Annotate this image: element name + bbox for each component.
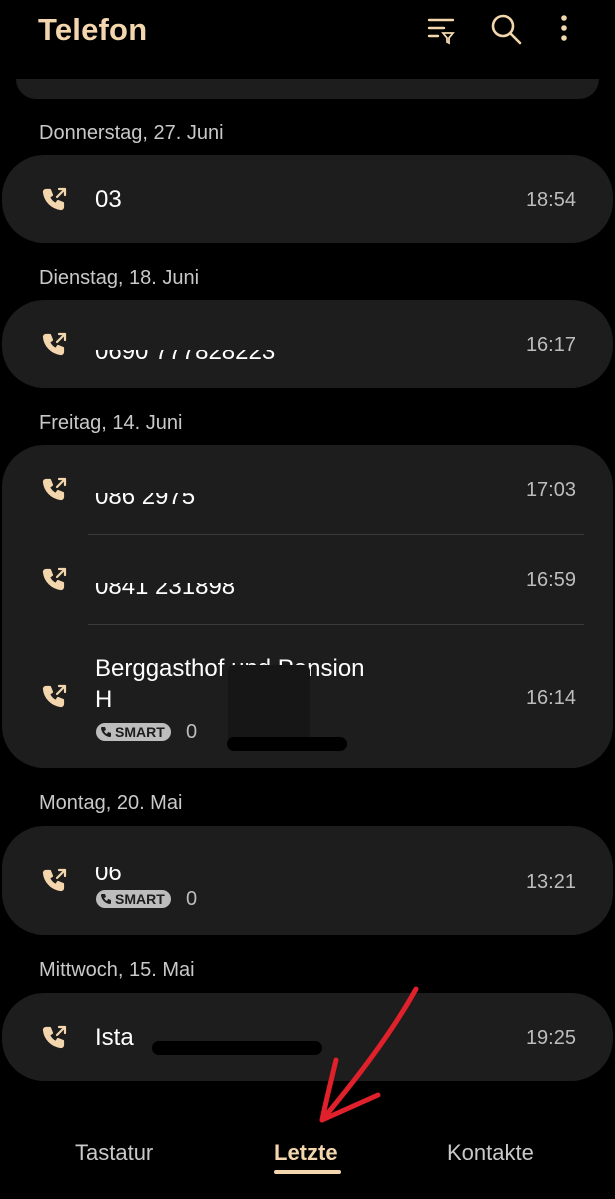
call-time: 16:14: [525, 687, 576, 709]
caller-number: 0: [186, 888, 198, 910]
call-time: 19:25: [525, 1027, 576, 1049]
redaction: [92, 553, 392, 583]
call-log-row[interactable]: Berggasthof und Pension H SMART 0 16:14: [2, 625, 613, 768]
redaction: [92, 320, 322, 350]
redaction: [92, 840, 322, 867]
call-log-row[interactable]: 0841 231898 16:59: [2, 535, 613, 624]
date-header: Freitag, 14. Juni: [39, 412, 183, 434]
redaction: [122, 179, 302, 215]
call-log-row[interactable]: 0690 777828223 16:17: [2, 300, 613, 388]
call-log-row[interactable]: 06 SMART 0 13:21: [2, 826, 613, 935]
outgoing-call-icon: [40, 566, 68, 594]
redaction: [228, 665, 310, 745]
date-header: Donnerstag, 27. Juni: [39, 122, 224, 144]
more-vert-icon[interactable]: [547, 12, 581, 46]
scrolled-card-edge: [16, 79, 599, 99]
annotation-arrow: [319, 986, 419, 1123]
caller-number: 0: [186, 721, 198, 743]
contact-name-line2: H: [95, 686, 113, 713]
outgoing-call-icon: [40, 1024, 68, 1052]
app-header: Telefon: [0, 0, 615, 70]
tab-letzte[interactable]: Letzte: [274, 1140, 338, 1166]
outgoing-call-icon: [40, 683, 68, 711]
call-time: 16:17: [525, 334, 576, 356]
outgoing-call-icon: [40, 476, 68, 504]
call-time: 17:03: [525, 479, 576, 501]
call-card: 03 18:54: [2, 155, 613, 243]
active-tab-indicator: [274, 1170, 341, 1174]
bottom-navigation: Tastatur Letzte Kontakte: [0, 1120, 615, 1199]
filter-icon[interactable]: [424, 12, 458, 46]
call-card: 0690 777828223 16:17: [2, 300, 613, 388]
outgoing-call-icon: [40, 331, 68, 359]
tab-kontakte[interactable]: Kontakte: [447, 1140, 534, 1166]
smart-label: SMART: [115, 891, 165, 907]
redaction: [92, 463, 292, 493]
outgoing-call-icon: [40, 867, 68, 895]
smart-badge: SMART: [96, 890, 171, 908]
call-time: 18:54: [525, 189, 576, 211]
caller-number: Ista: [95, 1024, 134, 1051]
date-header: Mittwoch, 15. Mai: [39, 959, 195, 981]
call-log-row[interactable]: 03 18:54: [2, 155, 613, 243]
caller-number: 03: [95, 186, 122, 213]
date-header: Dienstag, 18. Juni: [39, 267, 200, 289]
redaction: [227, 737, 347, 751]
call-time: 13:21: [525, 871, 576, 893]
outgoing-call-icon: [40, 186, 68, 214]
call-log-row[interactable]: 086 2975 17:03: [2, 445, 613, 534]
smart-label: SMART: [115, 724, 165, 740]
search-icon[interactable]: [489, 12, 523, 46]
tab-tastatur[interactable]: Tastatur: [75, 1140, 153, 1166]
smart-badge: SMART: [96, 723, 171, 741]
call-time: 16:59: [525, 569, 576, 591]
call-card: 06 SMART 0 13:21: [2, 826, 613, 935]
date-header: Montag, 20. Mai: [39, 792, 183, 814]
page-title: Telefon: [38, 12, 148, 47]
call-card: 086 2975 17:03 0841 231898 16:59 Berggas…: [2, 445, 613, 768]
redaction: [92, 637, 412, 653]
redaction: [152, 1041, 322, 1055]
